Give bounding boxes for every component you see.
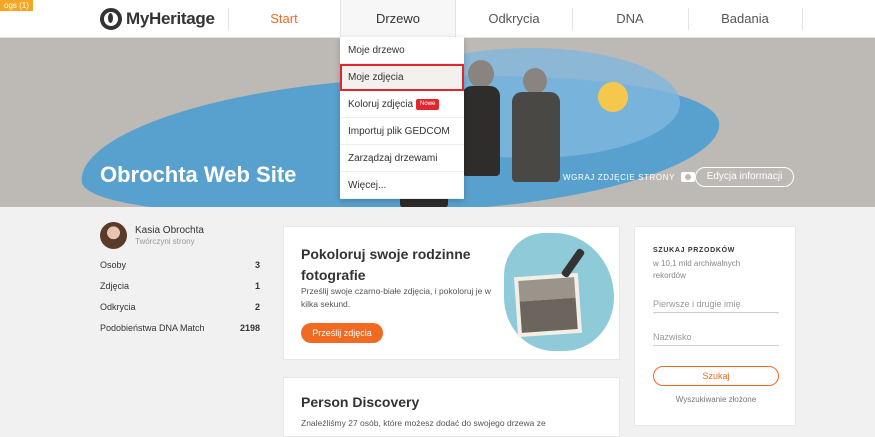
menu-item-my-tree[interactable]: Moje drzewo <box>340 37 464 64</box>
stat-value: 2198 <box>239 323 260 333</box>
stat-people[interactable]: Osoby 3 <box>100 260 260 270</box>
myheritage-logo-icon <box>100 8 122 30</box>
discovery-title: Person Discovery <box>301 394 420 410</box>
colorize-promo-card: Pokoloruj swoje rodzinne fotografie Prze… <box>283 226 620 360</box>
first-name-field[interactable] <box>653 295 779 313</box>
site-sidebar: Kasia Obrochta Twórczyni strony Osoby 3 Z… <box>100 222 260 333</box>
stat-label: Odkrycia <box>100 302 136 312</box>
avatar <box>100 222 127 249</box>
search-ancestors-card: SZUKAJ PRZODKÓW w 10,1 mld archiwalnych … <box>634 226 796 426</box>
upload-photos-button[interactable]: Prześlij zdjęcia <box>301 323 383 343</box>
notification-badge[interactable]: ogs (1) <box>0 0 33 11</box>
nav-start[interactable]: Start <box>228 0 340 38</box>
old-photo-image <box>518 277 578 333</box>
old-photo-illustration <box>513 272 583 338</box>
nav-tree[interactable]: Drzewo <box>340 0 456 38</box>
sun-decoration <box>598 82 628 112</box>
new-badge: Nowe <box>416 98 440 110</box>
menu-item-manage-trees[interactable]: Zarządzaj drzewami <box>340 145 464 172</box>
photo-child-figure <box>468 60 494 88</box>
logo[interactable]: MyHeritage <box>100 8 215 30</box>
menu-item-import-gedcom[interactable]: Importuj plik GEDCOM <box>340 118 464 145</box>
search-button[interactable]: Szukaj <box>653 366 779 386</box>
menu-item-colorize-photos[interactable]: Koloruj zdjęcia Nowe <box>340 91 464 118</box>
discovery-description: Znaleźliśmy 27 osób, które możesz dodać … <box>301 418 546 428</box>
owner-name: Kasia Obrochta <box>135 225 204 236</box>
edit-info-button[interactable]: Edycja informacji <box>695 167 794 187</box>
stat-value: 1 <box>254 281 260 291</box>
photo-child-figure <box>512 92 560 182</box>
stat-photos[interactable]: Zdjęcia 1 <box>100 281 260 291</box>
search-title: SZUKAJ PRZODKÓW <box>653 247 736 254</box>
menu-item-my-photos[interactable]: Moje zdjęcia <box>340 64 464 91</box>
tree-dropdown-menu: Moje drzewo Moje zdjęcia Koloruj zdjęcia… <box>340 37 464 199</box>
photo-child-figure <box>523 68 547 94</box>
stat-dna-matches[interactable]: Podobieństwa DNA Match 2198 <box>100 323 260 333</box>
owner-role: Twórczyni strony <box>135 237 195 246</box>
nav-divider <box>802 8 803 30</box>
stat-label: Zdjęcia <box>100 281 130 291</box>
promo-description: Prześlij swoje czarno-białe zdjęcia, i p… <box>301 286 491 309</box>
stat-discoveries[interactable]: Odkrycia 2 <box>100 302 260 312</box>
upload-photo-label: WGRAJ ZDJĘCIE STRONY <box>563 172 676 182</box>
advanced-search-link[interactable]: Wyszukiwanie złożone <box>635 395 797 404</box>
stat-value: 3 <box>254 260 260 270</box>
camera-icon <box>681 172 696 182</box>
nav-research[interactable]: Badania <box>688 0 802 38</box>
site-owner[interactable]: Kasia Obrochta Twórczyni strony <box>100 222 260 249</box>
last-name-field[interactable] <box>653 328 779 346</box>
menu-item-more[interactable]: Więcej... <box>340 172 464 199</box>
nav-dna[interactable]: DNA <box>572 0 688 38</box>
photo-child-figure <box>462 86 500 176</box>
top-navigation: MyHeritage Start Drzewo Odkrycia DNA Bad… <box>0 0 875 38</box>
logo-text: MyHeritage <box>126 9 215 28</box>
nav-discoveries[interactable]: Odkrycia <box>456 0 572 38</box>
stat-value: 2 <box>254 302 260 312</box>
search-subtitle: w 10,1 mld archiwalnych rekordów <box>653 259 741 280</box>
upload-site-photo[interactable]: WGRAJ ZDJĘCIE STRONY <box>563 172 696 182</box>
menu-item-label: Koloruj zdjęcia <box>348 99 414 110</box>
stat-label: Osoby <box>100 260 127 270</box>
promo-title: Pokoloruj swoje rodzinne fotografie <box>301 246 471 283</box>
stat-label: Podobieństwa DNA Match <box>100 323 205 333</box>
person-discovery-card: Person Discovery Znaleźliśmy 27 osób, kt… <box>283 377 620 437</box>
site-title: Obrochta Web Site <box>100 162 297 187</box>
